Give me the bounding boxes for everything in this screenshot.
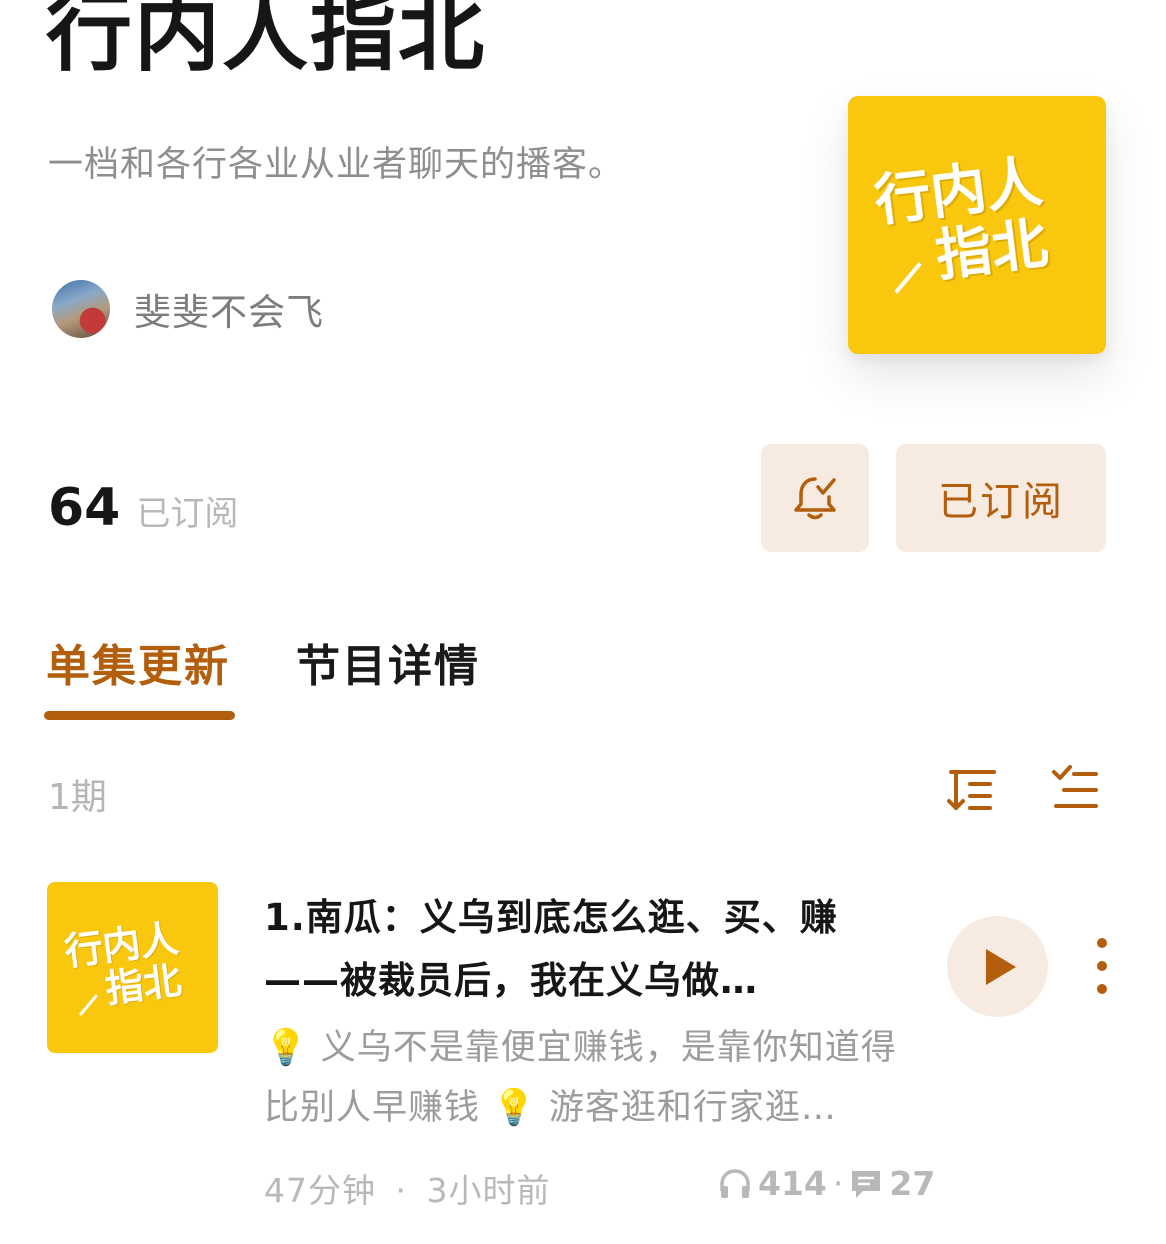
headphones-icon [720, 1168, 750, 1198]
tab-details[interactable]: 节目详情 [296, 630, 480, 694]
sort-icon[interactable] [946, 764, 998, 816]
comment-icon [852, 1170, 881, 1198]
stats-separator: · [832, 1164, 844, 1203]
more-vertical-icon [1097, 938, 1107, 948]
episode-count: 1期 [48, 777, 107, 818]
subscriber-number: 64 [48, 478, 121, 538]
episode-thumbnail[interactable]: 行内人 指北 [47, 882, 218, 1053]
comment-count: 27 [889, 1164, 936, 1203]
author-row[interactable]: 斐斐不会飞 [52, 280, 324, 338]
play-button[interactable] [947, 916, 1048, 1017]
episode-description: 💡 义乌不是靠便宜赚钱，是靠你知道得比别人早赚钱 💡 游客逛和行家逛… [264, 1028, 897, 1128]
tab-episodes[interactable]: 单集更新 [46, 630, 230, 694]
podcast-description: 一档和各行各业从业者聊天的播客。 [48, 145, 625, 185]
episode-item[interactable]: 行内人 指北 1.南瓜：义乌到底怎么逛、买、赚——被裁员后，我在义乌做… 💡 义… [0, 880, 1166, 1210]
play-count: 414 [758, 1164, 827, 1203]
episode-stats: 414 · 27 [718, 1164, 935, 1203]
podcast-cover: 行内人 指北 [848, 96, 1106, 354]
subscriber-count: 64 已订阅 [48, 478, 238, 538]
subscribed-button[interactable]: 已订阅 [896, 444, 1106, 552]
meta-separator: · [395, 1171, 407, 1210]
podcast-title: 行内人指北 [46, 0, 486, 83]
more-options-button[interactable] [1088, 938, 1116, 994]
cover-logo-text: 行内人 指北 [871, 149, 1052, 290]
notification-button[interactable] [761, 444, 869, 552]
avatar[interactable] [52, 280, 110, 338]
episode-published: 3小时前 [426, 1171, 551, 1210]
bell-check-icon [794, 477, 836, 520]
play-icon [985, 948, 1016, 985]
author-name[interactable]: 斐斐不会飞 [134, 282, 324, 336]
episode-meta: 47分钟 · 3小时前 [264, 1164, 551, 1212]
episode-title[interactable]: 1.南瓜：义乌到底怎么逛、买、赚——被裁员后，我在义乌做… [264, 886, 884, 1012]
episode-duration: 47分钟 [264, 1171, 376, 1210]
checklist-icon[interactable] [1050, 764, 1102, 816]
subscriber-label: 已订阅 [136, 494, 239, 534]
active-tab-indicator [44, 711, 235, 720]
